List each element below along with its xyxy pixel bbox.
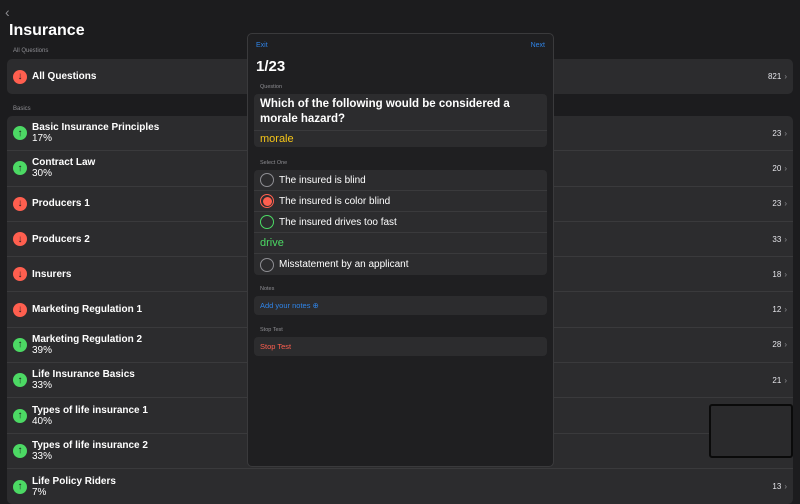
stop-test-button[interactable]: Stop Test xyxy=(254,337,547,356)
next-button[interactable]: Next xyxy=(531,42,545,49)
option-text: The insured is color blind xyxy=(279,195,391,207)
option-2[interactable]: The insured is color blind xyxy=(254,191,547,212)
arrow-down-icon: ↓ xyxy=(13,302,27,317)
quiz-modal: Exit Next 1/23 Question Which of the fol… xyxy=(247,33,554,467)
row-name: All Questions xyxy=(32,71,97,83)
arrow-up-icon: ↑ xyxy=(13,161,27,176)
progress: 1/23 xyxy=(256,58,286,75)
row-count: 18 xyxy=(772,269,782,279)
radio-icon xyxy=(260,173,274,187)
row-name: Basic Insurance Principles xyxy=(32,122,160,134)
chevron-right-icon: › xyxy=(784,375,787,385)
arrow-up-icon: ↑ xyxy=(13,373,27,388)
option-4[interactable]: Misstatement by an applicant xyxy=(254,254,547,275)
arrow-up-icon: ↑ xyxy=(13,408,27,423)
row-name: Marketing Regulation 2 xyxy=(32,333,143,345)
screenshot-thumbnail[interactable] xyxy=(709,404,793,458)
chevron-right-icon: › xyxy=(784,199,787,209)
arrow-down-icon: ↓ xyxy=(13,267,27,282)
option-text: The insured drives too fast xyxy=(279,216,397,228)
row-name: Contract Law xyxy=(32,157,96,169)
row-count: 33 xyxy=(772,234,782,244)
row-name: Types of life insurance 1 xyxy=(32,404,148,416)
row-count: 28 xyxy=(772,340,782,350)
row-name: Producers 1 xyxy=(32,198,90,210)
row-count: 23 xyxy=(772,128,782,138)
row-name: Producers 2 xyxy=(32,233,90,245)
row-count: 21 xyxy=(772,375,782,385)
option-text: The insured is blind xyxy=(279,174,366,186)
radio-selected-wrong-icon xyxy=(260,194,274,208)
row-percent: 7% xyxy=(32,486,47,498)
chevron-right-icon: › xyxy=(784,234,787,244)
row-percent: 30% xyxy=(32,168,53,180)
section-label-all: All Questions xyxy=(13,48,49,54)
answer-keyword: drive xyxy=(254,233,547,254)
stop-label: Stop Test xyxy=(260,327,283,333)
row-name: Types of life insurance 2 xyxy=(32,439,148,451)
row-name: Marketing Regulation 1 xyxy=(32,304,143,316)
chevron-right-icon: › xyxy=(784,269,787,279)
row-count: 20 xyxy=(772,163,782,173)
chevron-right-icon: › xyxy=(784,305,787,315)
arrow-down-icon: ↓ xyxy=(13,69,27,84)
back-button[interactable]: ‹ xyxy=(5,4,10,20)
row-count: 13 xyxy=(772,482,782,492)
chevron-right-icon: › xyxy=(784,482,787,492)
add-notes-button[interactable]: Add your notes ⊕ xyxy=(254,296,547,315)
select-label: Select One xyxy=(260,160,288,166)
row-count: 12 xyxy=(772,305,782,315)
row-count: 821 xyxy=(767,72,782,82)
question-text: Which of the following would be consider… xyxy=(254,94,547,131)
plus-circle-icon: ⊕ xyxy=(312,301,319,310)
topic-row[interactable]: ↑ Life Policy Riders 7% 13 › xyxy=(7,469,793,504)
notes-label: Notes xyxy=(260,286,275,292)
add-notes-label: Add your notes xyxy=(260,301,311,310)
chevron-left-icon: ‹ xyxy=(5,4,10,20)
arrow-up-icon: ↑ xyxy=(13,126,27,141)
chevron-right-icon: › xyxy=(784,163,787,173)
chevron-right-icon: › xyxy=(784,340,787,350)
section-label-basics: Basics xyxy=(13,106,31,112)
row-count: 23 xyxy=(772,199,782,209)
options-card: The insured is blind The insured is colo… xyxy=(254,170,547,275)
arrow-up-icon: ↑ xyxy=(13,337,27,352)
exit-button[interactable]: Exit xyxy=(256,42,268,49)
question-keyword: morale xyxy=(260,133,294,145)
page-title: Insurance xyxy=(9,22,85,39)
arrow-down-icon: ↓ xyxy=(13,196,27,211)
option-3[interactable]: The insured drives too fast xyxy=(254,212,547,233)
question-label: Question xyxy=(260,84,283,90)
chevron-right-icon: › xyxy=(784,128,787,138)
row-name: Insurers xyxy=(32,268,72,280)
arrow-up-icon: ↑ xyxy=(13,479,27,494)
radio-correct-icon xyxy=(260,215,274,229)
row-percent: 33% xyxy=(32,380,53,392)
radio-icon xyxy=(260,257,274,272)
row-name: Life Policy Riders xyxy=(32,475,116,487)
row-name: Life Insurance Basics xyxy=(32,369,135,381)
row-percent: 33% xyxy=(32,450,53,462)
option-text: Misstatement by an applicant xyxy=(279,259,409,270)
chevron-right-icon: › xyxy=(784,72,787,82)
row-percent: 39% xyxy=(32,344,53,356)
option-1[interactable]: The insured is blind xyxy=(254,170,547,191)
arrow-up-icon: ↑ xyxy=(13,443,27,458)
row-percent: 40% xyxy=(32,415,53,427)
row-percent: 17% xyxy=(32,133,53,145)
question-card: Which of the following would be consider… xyxy=(254,94,547,147)
arrow-down-icon: ↓ xyxy=(13,232,27,247)
